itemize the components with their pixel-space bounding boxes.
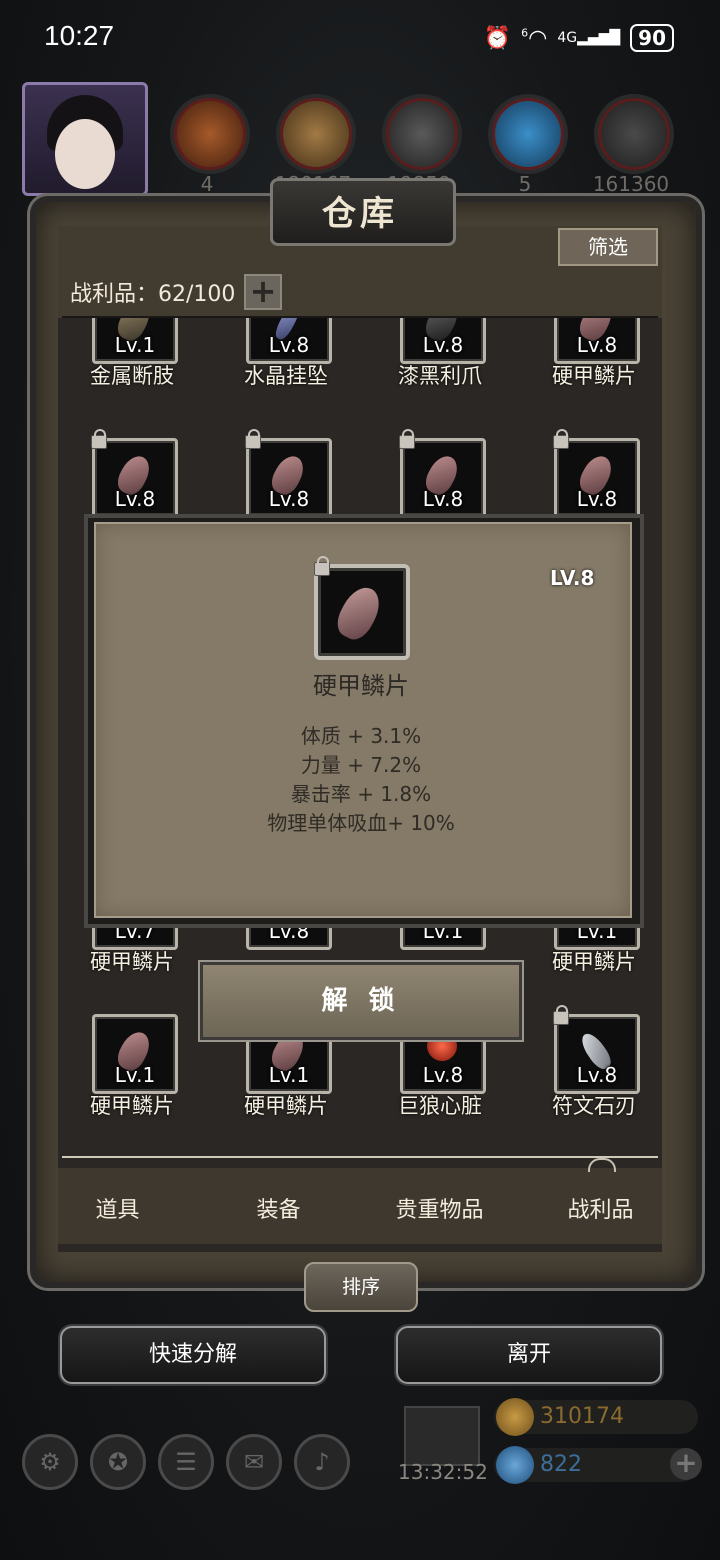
divider [62, 1156, 658, 1158]
tab-items[interactable]: 道具 [42, 1192, 193, 1224]
signal-icon: 4G▂▄▆█ [557, 30, 621, 46]
resource-meat-icon [170, 94, 250, 174]
dialog-item-icon [314, 556, 410, 660]
wifi-icon: 6◠ [521, 25, 548, 51]
item-icon-frame: Lv.1 [92, 1014, 178, 1094]
item-name: 符文石刃 [552, 1094, 636, 1118]
item-slot[interactable]: Lv.8 水晶挂坠 [212, 318, 366, 394]
item-name: 硬甲鳞片 [552, 364, 636, 388]
item-level: Lv.8 [268, 487, 310, 511]
dialog-item-level: LV.8 [550, 566, 595, 590]
lock-icon [553, 1005, 569, 1025]
resource-iron-icon [382, 94, 462, 174]
capacity-label: 战利品：62/100 [70, 282, 236, 307]
item-icon-frame: Lv.8 [91, 429, 178, 518]
item-name: 漆黑利爪 [398, 364, 482, 388]
gem-amount: 822 [540, 1452, 582, 1477]
resource-count: 161360 [592, 172, 670, 196]
sort-button[interactable]: 排序 [304, 1262, 418, 1312]
stat-line: 体质 + 3.1% [300, 724, 422, 748]
avatar-face [55, 119, 115, 189]
item-icon-frame: Lv.8 [554, 318, 640, 364]
item-icon-frame: Lv.8 [245, 429, 332, 518]
item-icon-frame: Lv.8 [400, 318, 486, 364]
item-icon-frame: Lv.8 [246, 318, 332, 364]
lock-icon [399, 429, 415, 449]
item-slot[interactable]: Lv.8 漆黑利爪 [366, 318, 520, 394]
network-label: 4G [557, 30, 578, 46]
item-level: Lv.8 [422, 333, 464, 357]
item-level: Lv.8 [114, 487, 156, 511]
tab-valuables[interactable]: 贵重物品 [364, 1192, 515, 1224]
tab-equipment[interactable]: 装备 [203, 1192, 354, 1224]
gold-amount: 310174 [540, 1404, 624, 1429]
expand-capacity-button[interactable]: + [244, 274, 282, 310]
stat-line: 力量 + 7.2% [300, 753, 422, 777]
unlock-button[interactable]: 解 锁 [200, 962, 522, 1040]
achievement-icon[interactable]: ✪ [90, 1434, 146, 1490]
item-level: Lv.8 [576, 333, 618, 357]
item-level: Lv.8 [422, 1063, 464, 1087]
gem-icon [496, 1446, 534, 1484]
item-level: Lv.8 [268, 333, 310, 357]
item-level: Lv.8 [576, 487, 618, 511]
panel-title: 仓库 [322, 194, 398, 234]
item-name: 巨狼心脏 [398, 1094, 482, 1118]
dialog-item-name: 硬甲鳞片 [313, 672, 409, 700]
battery-icon: 90 [630, 24, 674, 52]
add-gems-button[interactable]: + [670, 1448, 702, 1480]
lock-icon [91, 429, 107, 449]
item-level: Lv.1 [114, 1063, 156, 1087]
tab-loot[interactable]: 战利品 [525, 1192, 676, 1224]
item-level: Lv.1 [114, 333, 156, 357]
item-icon-frame: Lv.8 [399, 429, 486, 518]
lock-icon [314, 556, 330, 576]
item-icon-frame: Lv.8 [553, 429, 640, 518]
quick-decompose-button[interactable]: 快速分解 [60, 1326, 326, 1384]
scale-icon [331, 581, 387, 645]
stat-line: 暴击率 + 1.8% [290, 782, 432, 806]
menu-icon[interactable]: ☰ [158, 1434, 214, 1490]
resource-count: 5 [518, 172, 532, 196]
item-level: Lv.1 [268, 1063, 310, 1087]
sound-icon[interactable]: ♪ [294, 1434, 350, 1490]
resource-count: 4 [200, 172, 214, 196]
lock-icon [553, 429, 569, 449]
clock: 10:27 [44, 20, 115, 51]
status-icons: ⏰ 6◠ 4G▂▄▆█ 90 [484, 22, 674, 54]
mail-icon[interactable]: ✉ [226, 1434, 282, 1490]
stat-line: 物理单体吸血+ 10% [267, 811, 455, 835]
item-slot[interactable]: Lv.1 金属断肢 [58, 318, 212, 394]
item-name: 硬甲鳞片 [244, 1094, 328, 1118]
alarm-icon: ⏰ [483, 25, 512, 51]
filter-button[interactable]: 筛选 [558, 228, 658, 266]
status-bar: 10:27 ⏰ 6◠ 4G▂▄▆█ 90 [0, 0, 720, 76]
item-slot[interactable]: Lv.1 硬甲鳞片 [58, 1014, 212, 1124]
item-name: 硬甲鳞片 [90, 1094, 174, 1118]
item-name: 硬甲鳞片 [90, 950, 174, 974]
player-avatar[interactable] [22, 82, 148, 196]
active-tab-indicator [588, 1158, 616, 1172]
item-level: Lv.8 [576, 1063, 618, 1087]
item-name: 硬甲鳞片 [552, 950, 636, 974]
item-level: Lv.8 [422, 487, 464, 511]
item-slot[interactable]: Lv.8 硬甲鳞片 [520, 318, 662, 394]
item-slot[interactable]: Lv.8 符文石刃 [520, 1005, 662, 1124]
wifi-badge: 6 [521, 26, 529, 40]
resource-stone-icon [594, 94, 674, 174]
gift-box-icon[interactable] [404, 1406, 480, 1466]
gift-timer: 13:32:52 [398, 1460, 488, 1484]
lock-icon [245, 429, 261, 449]
item-icon-frame: Lv.1 [92, 318, 178, 364]
settings-icon[interactable]: ⚙ [22, 1434, 78, 1490]
item-name: 水晶挂坠 [244, 364, 328, 388]
item-name: 金属断肢 [90, 364, 174, 388]
item-icon-frame: Lv.8 [553, 1005, 640, 1094]
resource-crystal-icon [488, 94, 568, 174]
resource-wood-icon [276, 94, 356, 174]
leave-button[interactable]: 离开 [396, 1326, 662, 1384]
gold-coin-icon [496, 1398, 534, 1436]
